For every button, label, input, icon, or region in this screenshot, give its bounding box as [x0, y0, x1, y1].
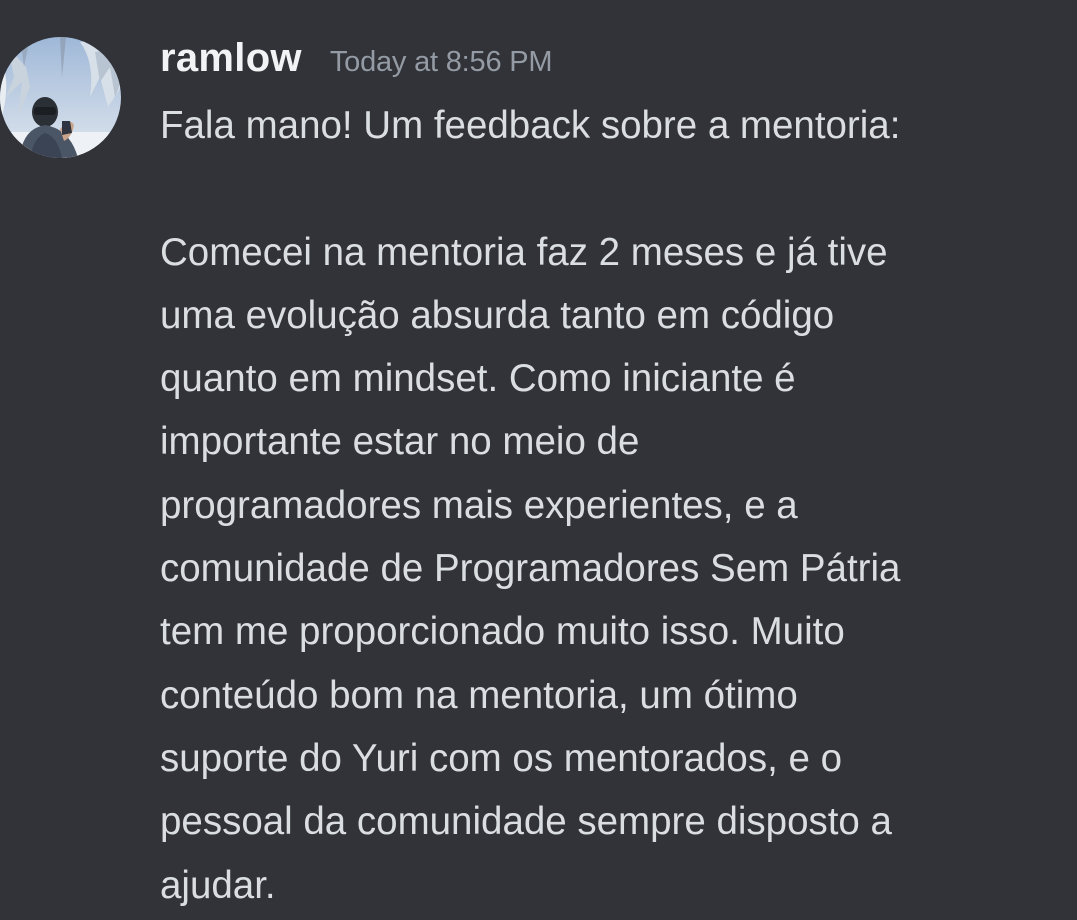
message-line: uma evolução absurda tanto em código: [160, 293, 835, 337]
message-content: Fala mano! Um feedback sobre a mentoria:…: [160, 94, 1065, 917]
message-line: pessoal da comunidade sempre disposto a: [160, 800, 892, 844]
chat-message: ramlow Today at 8:56 PM Fala mano! Um fe…: [0, 0, 1077, 920]
message-header: ramlow Today at 8:56 PM: [160, 36, 553, 88]
message-line: comunidade de Programadores Sem Pátria: [160, 547, 901, 591]
message-line: tem me proporcionado muito isso. Muito: [160, 610, 845, 654]
message-line: quanto em mindset. Como iniciante é: [160, 357, 796, 401]
message-line: suporte do Yuri com os mentorados, e o: [160, 736, 842, 780]
message-line: Fala mano! Um feedback sobre a mentoria:: [160, 104, 901, 147]
message-line: ajudar.: [160, 863, 276, 907]
user-avatar[interactable]: [0, 37, 121, 158]
timestamp[interactable]: Today at 8:56 PM: [330, 46, 553, 79]
message-line: importante estar no meio de: [160, 420, 640, 464]
message-line: conteúdo bom na mentoria, um ótimo: [160, 673, 798, 717]
avatar-photo: [0, 37, 121, 158]
message-line: Comecei na mentoria faz 2 meses e já tiv…: [160, 230, 888, 274]
username[interactable]: ramlow: [160, 36, 302, 81]
message-line: programadores mais experientes, e a: [160, 483, 798, 527]
